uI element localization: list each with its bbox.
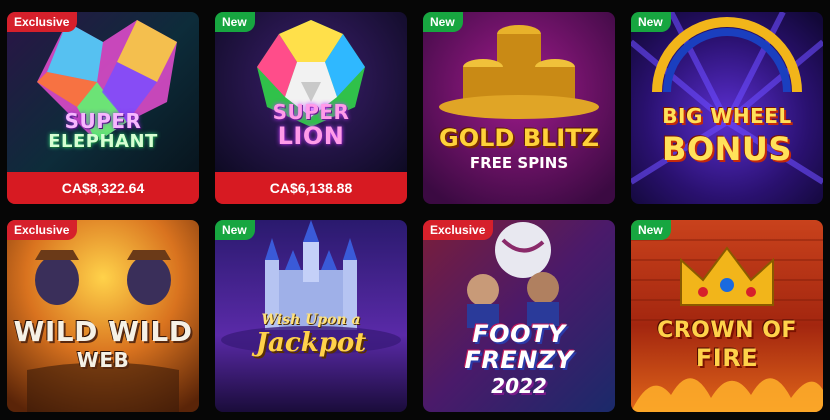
game-title-line1: SUPER <box>272 100 350 124</box>
game-tile-big-wheel-bonus[interactable]: BIG WHEEL BONUS New <box>631 12 823 204</box>
game-title-line1: FOOTY <box>472 320 566 348</box>
game-title-line2: WEB <box>76 348 130 372</box>
new-badge: New <box>423 12 463 32</box>
game-title-line2: FIRE <box>695 344 759 372</box>
game-title-line1: BIG WHEEL <box>662 104 792 128</box>
game-tile-footy-frenzy-2022[interactable]: FOOTY FRENZY 2022 Exclusive <box>423 220 615 412</box>
game-title-line1: WILD WILD <box>13 315 193 348</box>
game-art-crown-of-fire <box>631 220 823 412</box>
game-title-line2: ELEPHANT <box>48 131 158 152</box>
game-tile-wild-wild-web[interactable]: WILD WILD WEB Exclusive <box>7 220 199 412</box>
new-badge: New <box>631 12 671 32</box>
game-tile-super-lion[interactable]: SUPER LION New CA$6,138.88 <box>215 12 407 204</box>
new-badge: New <box>215 220 255 240</box>
game-tile-crown-of-fire[interactable]: CROWN OF FIRE New <box>631 220 823 412</box>
game-tile-gold-blitz[interactable]: GOLD BLITZ FREE SPINS New <box>423 12 615 204</box>
game-grid: SUPER ELEPHANT Exclusive CA$8,322.64 SUP… <box>0 0 830 420</box>
jackpot-amount: CA$6,138.88 <box>215 172 407 204</box>
game-title-line3: 2022 <box>491 374 547 398</box>
game-title-line2: FRENZY <box>464 346 574 374</box>
new-badge: New <box>631 220 671 240</box>
game-title-line1: GOLD BLITZ <box>439 124 599 152</box>
jackpot-amount: CA$8,322.64 <box>7 172 199 204</box>
new-badge: New <box>215 12 255 32</box>
game-title-line1: Wish Upon a <box>261 312 361 328</box>
exclusive-badge: Exclusive <box>423 220 494 240</box>
game-art-gold-blitz <box>423 12 615 204</box>
game-tile-super-elephant[interactable]: SUPER ELEPHANT Exclusive CA$8,322.64 <box>7 12 199 204</box>
game-title-line2: BONUS <box>662 130 792 168</box>
game-title-line1: SUPER <box>64 109 142 133</box>
exclusive-badge: Exclusive <box>7 12 78 32</box>
game-tile-wish-upon-a-jackpot[interactable]: Wish Upon a Jackpot New <box>215 220 407 412</box>
game-title-line2: LION <box>277 122 345 150</box>
game-title-line1: CROWN OF <box>657 318 797 343</box>
game-title-line2: Jackpot <box>255 328 367 358</box>
game-title-line2: FREE SPINS <box>469 154 569 172</box>
exclusive-badge: Exclusive <box>7 220 78 240</box>
